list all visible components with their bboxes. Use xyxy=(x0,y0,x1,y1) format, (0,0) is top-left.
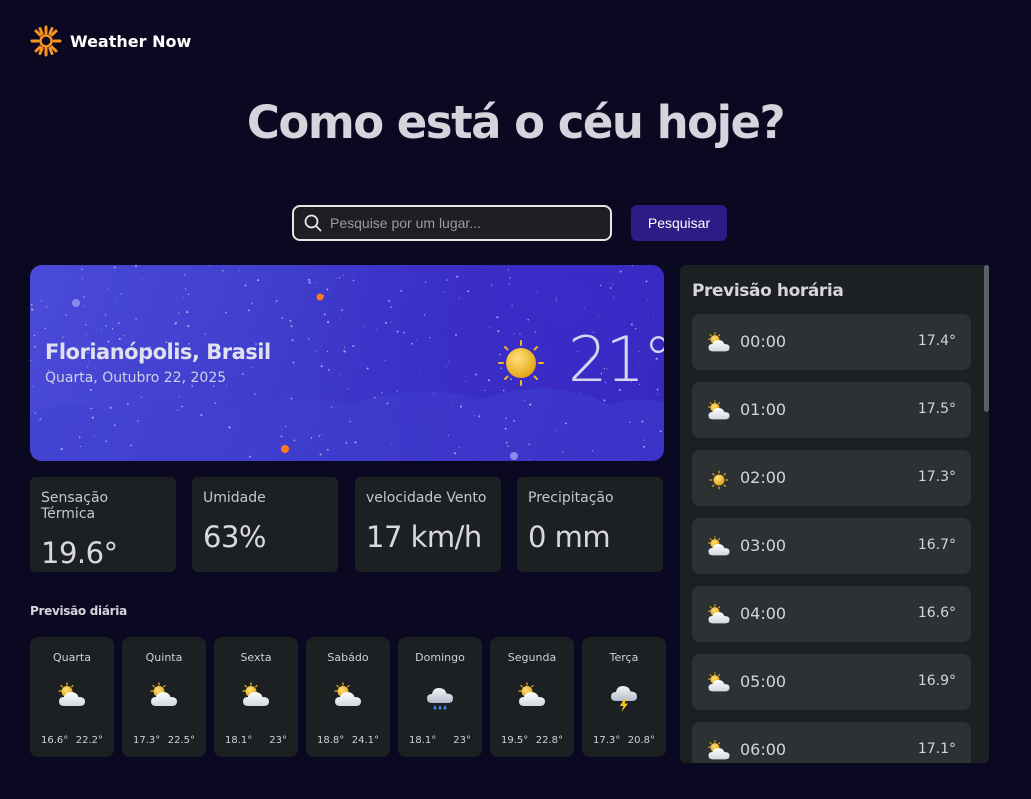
hour-time: 02:00 xyxy=(740,468,787,487)
app-logo[interactable]: Weather Now xyxy=(30,25,191,57)
day-min-temp: 17.3° xyxy=(133,735,161,746)
daily-card-5[interactable]: Segunda 19.5° 22.8° xyxy=(490,637,574,757)
decor-star-3 xyxy=(281,445,289,453)
stat-humidity: Umidade 63% xyxy=(192,477,338,572)
hour-temp: 16.9° xyxy=(917,673,956,689)
partly-cloudy-icon xyxy=(516,681,548,717)
hourly-row-5[interactable]: 05:00 16.9° xyxy=(692,654,971,710)
day-max-temp: 23° xyxy=(269,735,287,746)
day-max-temp: 23° xyxy=(453,735,471,746)
current-temperature: 21° xyxy=(568,323,664,396)
partly-cloudy-icon xyxy=(706,603,732,633)
hour-time: 05:00 xyxy=(740,672,787,691)
day-max-temp: 24.1° xyxy=(351,735,379,746)
day-name: Quinta xyxy=(145,651,183,664)
day-name: Sexta xyxy=(240,651,272,664)
daily-card-3[interactable]: Sabádo 18.8° 24.1° xyxy=(306,637,390,757)
partly-cloudy-icon xyxy=(148,681,180,717)
day-min-temp: 17.3° xyxy=(593,735,621,746)
search-icon xyxy=(304,214,322,232)
storm-cloud-icon xyxy=(608,681,640,717)
day-name: Terça xyxy=(609,651,639,664)
stat-wind-speed: velocidade Vento 17 km/h xyxy=(355,477,501,572)
hourly-row-4[interactable]: 04:00 16.6° xyxy=(692,586,971,642)
hourly-forecast-title: Previsão horária xyxy=(692,281,844,301)
partly-cloudy-icon xyxy=(56,681,88,717)
decor-star-4 xyxy=(510,452,518,460)
stat-label: velocidade Vento xyxy=(366,490,487,506)
hour-time: 03:00 xyxy=(740,536,787,555)
decor-star-2 xyxy=(316,293,324,301)
day-max-temp: 22.2° xyxy=(75,735,103,746)
stat-value: 0 mm xyxy=(528,520,611,554)
day-name: Quarta xyxy=(53,651,91,664)
partly-cloudy-icon xyxy=(706,331,732,361)
daily-card-4[interactable]: Domingo 18.1° 23° xyxy=(398,637,482,757)
hour-temp: 17.3° xyxy=(917,469,956,485)
daily-card-1[interactable]: Quinta 17.3° 22.5° xyxy=(122,637,206,757)
partly-cloudy-icon xyxy=(240,681,272,717)
day-min-temp: 19.5° xyxy=(501,735,529,746)
day-min-temp: 18.1° xyxy=(409,735,437,746)
day-name: Sabádo xyxy=(327,651,369,664)
day-min-temp: 18.8° xyxy=(317,735,345,746)
stat-label: Umidade xyxy=(203,490,266,506)
daily-card-6[interactable]: Terça 17.3° 20.8° xyxy=(582,637,666,757)
hourly-row-6[interactable]: 06:00 17.1° xyxy=(692,722,971,763)
day-max-temp: 22.5° xyxy=(167,735,195,746)
decor-star-1 xyxy=(72,299,80,307)
hour-time: 06:00 xyxy=(740,740,787,759)
daily-card-0[interactable]: Quarta 16.6° 22.2° xyxy=(30,637,114,757)
search-field[interactable] xyxy=(292,205,612,241)
partly-cloudy-icon xyxy=(706,739,732,763)
stat-feels-like: Sensação Térmica 19.6° xyxy=(30,477,176,572)
logo-sun-icon xyxy=(30,25,62,57)
stat-value: 63% xyxy=(203,520,266,554)
partly-cloudy-icon xyxy=(332,681,364,717)
hour-temp: 16.7° xyxy=(917,537,956,553)
hour-temp: 17.5° xyxy=(917,401,956,417)
stat-label: Sensação Térmica xyxy=(41,490,109,522)
hourly-row-1[interactable]: 01:00 17.5° xyxy=(692,382,971,438)
current-date: Quarta, Outubro 22, 2025 xyxy=(45,370,227,386)
partly-cloudy-icon xyxy=(706,535,732,565)
search-input[interactable] xyxy=(330,215,600,231)
hourly-scrollbar[interactable] xyxy=(984,265,989,412)
partly-cloudy-icon xyxy=(706,671,732,701)
day-min-temp: 16.6° xyxy=(41,735,69,746)
day-max-temp: 22.8° xyxy=(535,735,563,746)
stat-value: 19.6° xyxy=(41,536,118,570)
hourly-forecast-panel[interactable]: Previsão horária 00:00 17.4° 01:00 17.5°… xyxy=(680,265,989,763)
day-name: Segunda xyxy=(507,651,557,664)
daily-forecast-title: Previsão diária xyxy=(30,604,127,618)
day-name: Domingo xyxy=(415,651,465,664)
hourly-row-3[interactable]: 03:00 16.7° xyxy=(692,518,971,574)
hour-time: 04:00 xyxy=(740,604,787,623)
daily-card-2[interactable]: Sexta 18.1° 23° xyxy=(214,637,298,757)
app-name: Weather Now xyxy=(70,31,192,51)
sun-icon xyxy=(498,340,544,386)
current-weather-card: Florianópolis, Brasil Quarta, Outubro 22… xyxy=(30,265,664,461)
hourly-row-2[interactable]: 02:00 17.3° xyxy=(692,450,971,506)
search-button[interactable]: Pesquisar xyxy=(631,205,727,241)
rain-cloud-icon xyxy=(424,681,456,717)
hour-time: 01:00 xyxy=(740,400,787,419)
day-min-temp: 18.1° xyxy=(225,735,253,746)
partly-cloudy-icon xyxy=(706,399,732,429)
hour-temp: 17.4° xyxy=(917,333,956,349)
stat-value: 17 km/h xyxy=(366,520,482,554)
sun-icon xyxy=(709,470,729,494)
hour-temp: 16.6° xyxy=(917,605,956,621)
stat-label: Precipitação xyxy=(528,490,614,506)
hour-temp: 17.1° xyxy=(917,741,956,757)
hour-time: 00:00 xyxy=(740,332,787,351)
stat-precipitation: Precipitação 0 mm xyxy=(517,477,663,572)
day-max-temp: 20.8° xyxy=(627,735,655,746)
hourly-row-0[interactable]: 00:00 17.4° xyxy=(692,314,971,370)
location-name: Florianópolis, Brasil xyxy=(45,340,271,364)
page-title: Como está o céu hoje? xyxy=(246,96,786,149)
